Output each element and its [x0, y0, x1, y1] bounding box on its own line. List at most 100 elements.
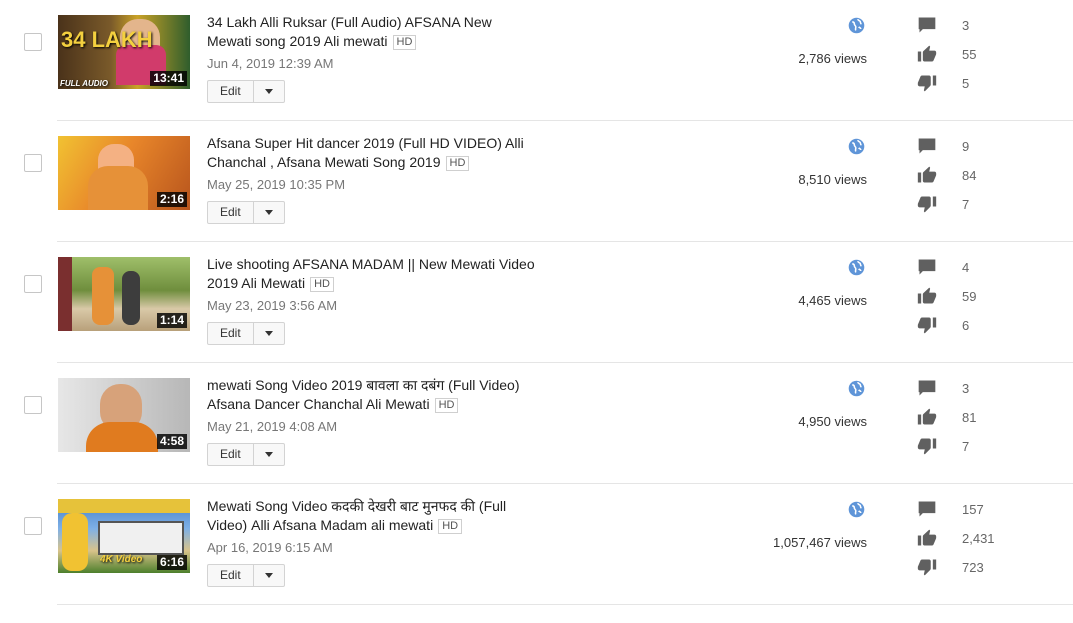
thumbnail-figure-dress [86, 422, 158, 452]
like-stat: 59 [917, 286, 976, 306]
dislike-stat: 5 [917, 73, 969, 93]
video-meta: Live shooting AFSANA MADAM || New Mewati… [207, 255, 537, 314]
edit-button[interactable]: Edit [208, 565, 254, 586]
thumbs-up-icon [917, 166, 937, 183]
video-thumbnail[interactable]: 4:58 [58, 378, 190, 452]
thumbnail-figure-dress [88, 166, 148, 210]
like-stat: 84 [917, 165, 976, 185]
dislike-count: 7 [962, 438, 970, 454]
dislike-stat: 723 [917, 557, 984, 577]
comment-count: 4 [962, 259, 970, 275]
video-row: 34 LAKH FULL AUDIO 13:41 34 Lakh Alli Ru… [0, 0, 1073, 121]
comment-stat: 9 [917, 136, 969, 156]
video-title[interactable]: Live shooting AFSANA MADAM || New Mewati… [207, 255, 537, 293]
thumbs-down-icon [917, 559, 937, 576]
duration-badge: 6:16 [156, 555, 187, 570]
edit-button[interactable]: Edit [208, 202, 254, 223]
view-count: 8,510 views [798, 172, 867, 187]
edit-button-group: Edit [207, 564, 285, 587]
select-checkbox[interactable] [24, 396, 42, 414]
thumbnail-truck [98, 521, 184, 555]
edit-menu-button[interactable] [254, 81, 284, 102]
chevron-down-icon [264, 452, 273, 457]
select-checkbox[interactable] [24, 275, 42, 293]
video-row: 1:14 Live shooting AFSANA MADAM || New M… [0, 242, 1073, 363]
comment-icon [918, 501, 936, 517]
video-title[interactable]: Mewati Song Video कदकी देखरी बाट मुनफद क… [207, 497, 537, 535]
video-row: 2:16 Afsana Super Hit dancer 2019 (Full … [0, 121, 1073, 242]
edit-menu-button[interactable] [254, 444, 284, 465]
edit-menu-button[interactable] [254, 323, 284, 344]
edit-button[interactable]: Edit [208, 323, 254, 344]
video-list: 34 LAKH FULL AUDIO 13:41 34 Lakh Alli Ru… [0, 0, 1073, 623]
video-thumbnail[interactable]: 1:14 [58, 257, 190, 331]
comment-count: 3 [962, 17, 970, 33]
like-count: 81 [962, 409, 977, 425]
edit-button-group: Edit [207, 80, 285, 103]
chevron-down-icon [264, 331, 273, 336]
select-checkbox[interactable] [24, 33, 42, 51]
thumbs-up-icon [917, 287, 937, 304]
video-title-text[interactable]: 34 Lakh Alli Ruksar (Full Audio) AFSANA … [207, 14, 492, 49]
globe-icon[interactable] [848, 259, 865, 276]
video-thumbnail[interactable]: 34 LAKH FULL AUDIO 13:41 [58, 15, 190, 89]
video-title-text[interactable]: mewati Song Video 2019 बावला का दबंग (Fu… [207, 377, 520, 412]
hd-badge: HD [434, 398, 459, 413]
chevron-down-icon [264, 573, 273, 578]
like-stat: 81 [917, 407, 976, 427]
view-count: 1,057,467 views [773, 535, 867, 550]
edit-button-group: Edit [207, 201, 285, 224]
thumbnail-figure [122, 271, 140, 325]
thumbnail-overlay-text: 34 LAKH [61, 27, 153, 52]
thumbnail-figure [62, 513, 88, 571]
hd-badge: HD [310, 277, 334, 292]
globe-icon[interactable] [848, 501, 865, 518]
like-count: 59 [962, 288, 977, 304]
video-row: 4K Video 6:16 Mewati Song Video कदकी देख… [0, 484, 1073, 605]
dislike-count: 7 [962, 196, 970, 212]
view-count: 4,465 views [798, 293, 867, 308]
video-thumbnail[interactable]: 2:16 [58, 136, 190, 210]
like-stat: 55 [917, 44, 976, 64]
edit-button-group: Edit [207, 322, 285, 345]
like-count: 2,431 [962, 530, 995, 546]
row-divider [57, 604, 1073, 605]
like-count: 84 [962, 167, 977, 183]
video-title[interactable]: Afsana Super Hit dancer 2019 (Full HD VI… [207, 134, 537, 172]
hd-badge: HD [438, 519, 463, 534]
video-title-text[interactable]: Afsana Super Hit dancer 2019 (Full HD VI… [207, 135, 524, 170]
dislike-stat: 7 [917, 194, 969, 214]
thumbs-down-icon [917, 75, 937, 92]
hd-badge: HD [445, 156, 470, 171]
edit-menu-button[interactable] [254, 565, 284, 586]
hd-badge: HD [392, 35, 417, 50]
video-title[interactable]: 34 Lakh Alli Ruksar (Full Audio) AFSANA … [207, 13, 537, 51]
edit-button[interactable]: Edit [208, 81, 254, 102]
dislike-count: 5 [962, 75, 970, 91]
comment-stat: 4 [917, 257, 969, 277]
comment-count: 3 [962, 380, 970, 396]
upload-date: Apr 16, 2019 6:15 AM [207, 540, 333, 555]
edit-button[interactable]: Edit [208, 444, 254, 465]
chevron-down-icon [264, 89, 273, 94]
select-checkbox[interactable] [24, 154, 42, 172]
comment-count: 157 [962, 501, 984, 517]
comment-icon [918, 17, 936, 33]
video-title-text[interactable]: Live shooting AFSANA MADAM || New Mewati… [207, 256, 535, 291]
video-title[interactable]: mewati Song Video 2019 बावला का दबंग (Fu… [207, 376, 537, 414]
comment-count: 9 [962, 138, 970, 154]
like-count: 55 [962, 46, 977, 62]
globe-icon[interactable] [848, 380, 865, 397]
video-meta: Afsana Super Hit dancer 2019 (Full HD VI… [207, 134, 537, 193]
edit-menu-button[interactable] [254, 202, 284, 223]
globe-icon[interactable] [848, 138, 865, 155]
comment-stat: 3 [917, 15, 969, 35]
globe-icon[interactable] [848, 17, 865, 34]
select-checkbox[interactable] [24, 517, 42, 535]
video-meta: Mewati Song Video कदकी देखरी बाट मुनफद क… [207, 497, 537, 556]
video-thumbnail[interactable]: 4K Video 6:16 [58, 499, 190, 573]
comment-stat: 157 [917, 499, 984, 519]
upload-date: May 21, 2019 4:08 AM [207, 419, 338, 434]
thumbs-up-icon [917, 529, 937, 546]
dislike-count: 723 [962, 559, 984, 575]
